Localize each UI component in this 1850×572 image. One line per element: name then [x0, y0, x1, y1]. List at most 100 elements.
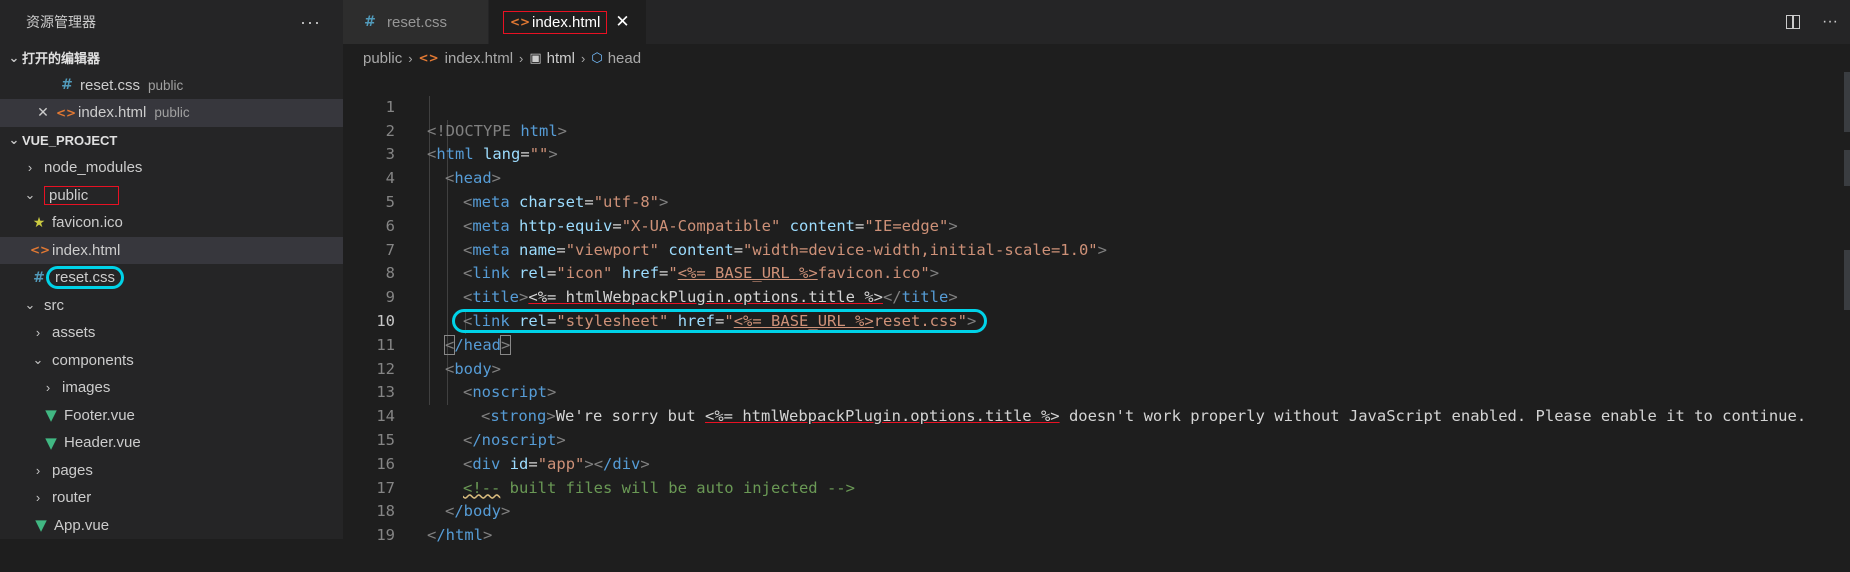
- tree-label: public: [44, 185, 120, 205]
- breadcrumb-file[interactable]: index.html: [445, 50, 513, 67]
- chevron-right-icon: ›: [35, 325, 41, 341]
- tree-folder-pages[interactable]: › pages: [0, 457, 343, 485]
- tree-folder-components[interactable]: ⌄ components: [0, 347, 343, 375]
- tab-bar: # reset.css <> index.html ✕ ···: [343, 0, 1850, 44]
- scrollbar-thumb[interactable]: [1844, 72, 1850, 132]
- html-file-icon: <>: [30, 243, 51, 258]
- chevron-right-icon: ›: [35, 462, 41, 478]
- editor-area: # reset.css <> index.html ✕ ··· public ›…: [343, 0, 1850, 544]
- chevron-down-icon: ⌄: [24, 187, 36, 203]
- chevron-right-icon: ›: [45, 380, 51, 396]
- code-line: 3 <head>: [343, 120, 1850, 187]
- open-editor-desc: public: [154, 105, 190, 121]
- breadcrumb-html[interactable]: html: [547, 50, 575, 67]
- tree-label: src: [44, 296, 64, 314]
- code-line: 7 <link rel="icon" href="<%= BASE_URL %>…: [343, 215, 1850, 283]
- chevron-right-icon: ›: [581, 50, 586, 66]
- star-icon: ★: [32, 214, 46, 231]
- more-actions-icon[interactable]: ···: [300, 12, 321, 33]
- html-file-icon: <>: [418, 51, 439, 65]
- chevron-down-icon: ⌄: [8, 49, 20, 65]
- tree-label: Footer.vue: [64, 406, 135, 424]
- tab-label: index.html: [532, 13, 601, 31]
- tree-file-reset-css[interactable]: # reset.css: [0, 264, 343, 292]
- tree-label: Header.vue: [64, 434, 141, 452]
- project-label: VUE_PROJECT: [22, 132, 118, 148]
- scrollbar-marker: [1844, 250, 1850, 310]
- tree-file-favicon[interactable]: ★ favicon.ico: [0, 209, 343, 237]
- open-editors-label: 打开的编辑器: [22, 51, 101, 67]
- code-line: 19: [343, 500, 1850, 544]
- cube-icon: ⬡: [591, 50, 603, 66]
- split-editor-icon[interactable]: [1786, 15, 1801, 29]
- explorer-sidebar: 资源管理器 ··· ⌄ 打开的编辑器 # reset.css public ✕ …: [0, 0, 344, 539]
- code-editor[interactable]: 1 <!DOCTYPE html> 2 <html lang=""> 3 <he…: [343, 72, 1850, 544]
- code-line-current: 10 </head>: [343, 286, 1850, 355]
- vue-file-icon: ▼: [35, 516, 47, 535]
- more-actions-icon[interactable]: ···: [1822, 13, 1838, 31]
- chevron-right-icon: ›: [408, 50, 413, 66]
- chevron-right-icon: ›: [27, 160, 33, 176]
- code-line: 9 <link rel="stylesheet" href="<%= BASE_…: [343, 262, 1850, 333]
- open-editor-desc: public: [148, 77, 184, 93]
- breadcrumb-public[interactable]: public: [363, 50, 402, 67]
- chevron-down-icon: ⌄: [8, 132, 20, 148]
- code-line: 5 <meta http-equiv="X-UA-Compatible" con…: [343, 167, 1850, 235]
- html-file-icon: <>: [510, 15, 531, 29]
- explorer-title: 资源管理器: [26, 14, 96, 30]
- tree-file-footer-vue[interactable]: ▼ Footer.vue: [0, 402, 343, 430]
- tree-label: images: [62, 379, 111, 397]
- tree-label: favicon.ico: [52, 214, 123, 232]
- tree-label: router: [52, 489, 92, 507]
- code-line: 12 <noscript>: [343, 334, 1850, 402]
- code-line: 16 <!-- built files will be auto injecte…: [343, 429, 1850, 497]
- tree-folder-public[interactable]: ⌄ public: [0, 182, 343, 210]
- vue-file-icon: ▼: [45, 433, 57, 452]
- code-line: 17 </body>: [343, 453, 1850, 521]
- close-icon[interactable]: ✕: [615, 12, 629, 32]
- breadcrumb-head[interactable]: head: [608, 50, 641, 67]
- tree-folder-node-modules[interactable]: › node_modules: [0, 154, 343, 182]
- open-editors-section[interactable]: ⌄ 打开的编辑器: [0, 44, 343, 72]
- tree-file-app-vue[interactable]: ▼ App.vue: [0, 512, 343, 540]
- tree-folder-router[interactable]: › router: [0, 484, 343, 512]
- tree-label: node_modules: [44, 159, 143, 177]
- tree-file-index-html[interactable]: <> index.html: [0, 236, 343, 264]
- open-editor-reset-css[interactable]: # reset.css public: [0, 72, 343, 100]
- open-editor-name: reset.css: [80, 76, 141, 94]
- tree-label: components: [52, 351, 134, 369]
- code-line: 11 <body>: [343, 310, 1850, 378]
- chevron-down-icon: ⌄: [24, 297, 36, 313]
- code-line: 15 <div id="app"></div>: [343, 405, 1850, 473]
- html-file-icon: <>: [56, 105, 77, 120]
- tree-folder-src[interactable]: ⌄ src: [0, 292, 343, 320]
- tab-index-html[interactable]: <> index.html ✕: [489, 0, 647, 44]
- code-line: 18 </html>: [343, 477, 1850, 544]
- explorer-header: 资源管理器 ···: [0, 0, 343, 44]
- code-line: 13 <strong>We're sorry but <%= htmlWebpa…: [343, 358, 1850, 425]
- code-line: 6 <meta name="viewport" content="width=d…: [343, 191, 1850, 259]
- chevron-down-icon: ⌄: [32, 352, 44, 368]
- code-line: 4 <meta charset="utf-8">: [343, 143, 1850, 211]
- element-icon: ▣: [529, 50, 542, 66]
- code-line: 14 </noscript>: [343, 381, 1850, 449]
- chevron-right-icon: ›: [35, 490, 41, 506]
- open-editor-index-html[interactable]: ✕ <> index.html public: [0, 99, 343, 127]
- tab-reset-css[interactable]: # reset.css: [343, 0, 489, 44]
- code-token: /html: [436, 526, 484, 545]
- code-line: 8 <title><%= htmlWebpackPlugin.options.t…: [343, 239, 1850, 306]
- tree-folder-images[interactable]: › images: [0, 374, 343, 402]
- close-icon[interactable]: ✕: [34, 105, 52, 121]
- vue-file-icon: ▼: [45, 406, 57, 425]
- tree-label: pages: [52, 461, 93, 479]
- editor-actions: ···: [1786, 0, 1838, 44]
- css-file-icon: #: [61, 77, 73, 94]
- tab-label: reset.css: [387, 13, 448, 31]
- tree-label: reset.css: [46, 266, 125, 290]
- chevron-right-icon: ›: [519, 50, 524, 66]
- tree-folder-assets[interactable]: › assets: [0, 319, 343, 347]
- code-line: 1 <!DOCTYPE html>: [343, 72, 1850, 140]
- css-file-icon: #: [364, 14, 376, 30]
- tree-file-header-vue[interactable]: ▼ Header.vue: [0, 429, 343, 457]
- project-section[interactable]: ⌄ VUE_PROJECT: [0, 127, 343, 155]
